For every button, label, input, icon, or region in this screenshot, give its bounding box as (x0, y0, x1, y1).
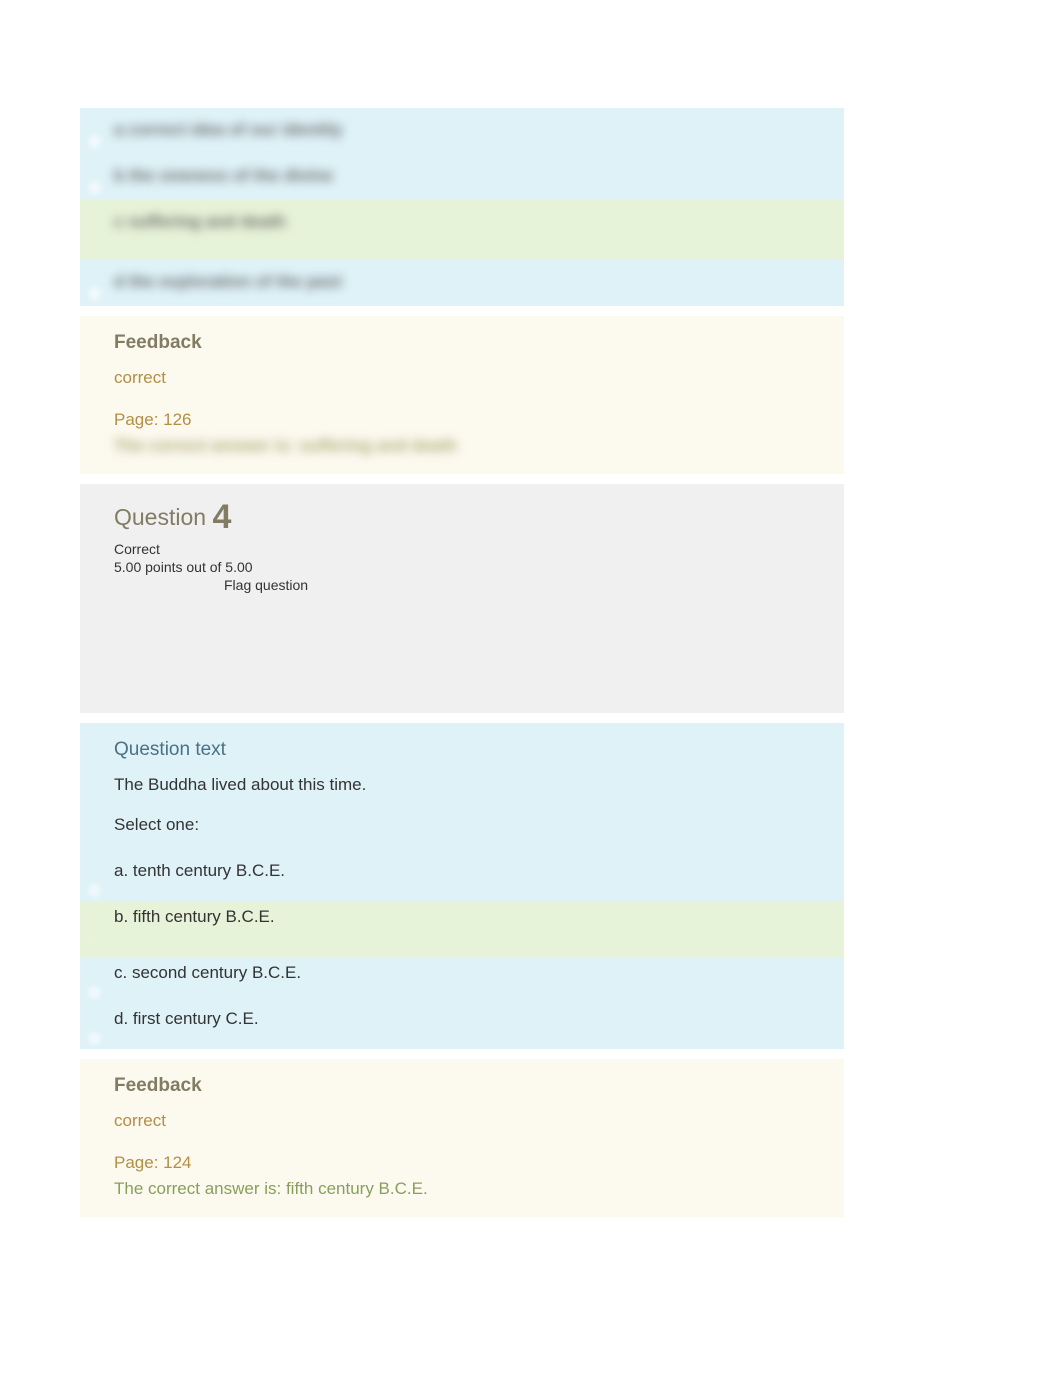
option-row[interactable]: a correct idea of our identity (80, 108, 844, 154)
feedback-answer: The correct answer is: fifth century B.C… (114, 1179, 844, 1199)
question-title: Question 4 (114, 498, 844, 537)
option-label: c suffering and death (114, 212, 844, 232)
feedback-answer: The correct answer is: suffering and dea… (114, 436, 844, 456)
q4-question-text-block: Question text The Buddha lived about thi… (80, 723, 844, 855)
question-status: Correct (114, 541, 844, 557)
feedback-page: Page: 124 (114, 1153, 844, 1173)
option-label: d the exploration of the past (114, 272, 844, 292)
feedback-correct: correct (114, 368, 844, 388)
option-row[interactable]: d. first century C.E. (80, 1003, 844, 1049)
option-label: a. tenth century B.C.E. (114, 861, 844, 881)
option-row[interactable]: b the oneness of the divine (80, 154, 844, 200)
radio-icon[interactable] (88, 986, 101, 999)
q4-feedback: Feedback correct Page: 124 The correct a… (80, 1059, 844, 1217)
question-number: 4 (212, 498, 231, 536)
option-row[interactable]: c. second century B.C.E. (80, 957, 844, 1003)
radio-icon[interactable] (88, 135, 101, 148)
question-text: The Buddha lived about this time. (114, 775, 844, 795)
radio-icon[interactable] (88, 287, 101, 300)
question-points: 5.00 points out of 5.00 (114, 559, 844, 575)
feedback-page: Page: 126 (114, 410, 844, 430)
q3-options: a correct idea of our identity b the one… (80, 108, 844, 306)
option-row[interactable]: a. tenth century B.C.E. (80, 855, 844, 901)
option-label: b. fifth century B.C.E. (114, 907, 844, 927)
radio-icon[interactable] (88, 181, 101, 194)
radio-icon[interactable] (88, 1032, 101, 1045)
option-label: a correct idea of our identity (114, 120, 844, 140)
flag-question-link[interactable]: Flag question (224, 577, 844, 713)
select-one-label: Select one: (114, 815, 844, 835)
q3-feedback: Feedback correct Page: 126 The correct a… (80, 316, 844, 474)
question-text-heading: Question text (114, 739, 844, 761)
option-row-correct[interactable]: b. fifth century B.C.E. (80, 901, 844, 957)
option-row-correct[interactable]: c suffering and death (80, 200, 844, 260)
feedback-heading: Feedback (114, 332, 844, 354)
radio-icon[interactable] (88, 940, 101, 953)
option-row[interactable]: d the exploration of the past (80, 260, 844, 306)
option-label: c. second century B.C.E. (114, 963, 844, 983)
radio-icon[interactable] (88, 884, 101, 897)
radio-icon[interactable] (88, 241, 101, 254)
option-label: d. first century C.E. (114, 1009, 844, 1029)
q4-meta: Question 4 Correct 5.00 points out of 5.… (80, 484, 844, 713)
q4-options: a. tenth century B.C.E. b. fifth century… (80, 855, 844, 1049)
option-label: b the oneness of the divine (114, 166, 844, 186)
feedback-heading: Feedback (114, 1075, 844, 1097)
feedback-correct: correct (114, 1111, 844, 1131)
question-title-prefix: Question (114, 504, 212, 530)
